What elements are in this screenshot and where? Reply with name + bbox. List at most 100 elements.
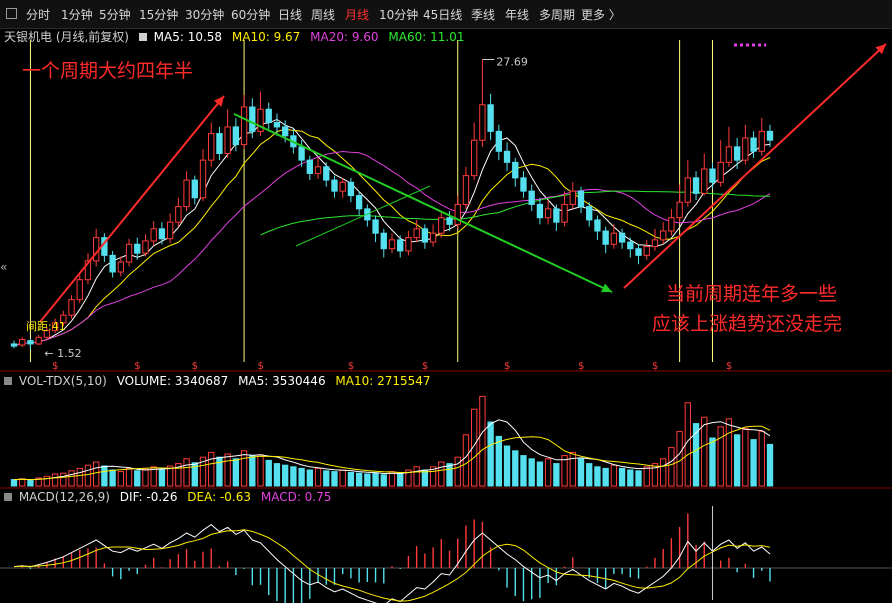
candle-25 — [216, 133, 223, 154]
toolbar-item-9[interactable]: 10分钟 — [379, 6, 418, 23]
candle-51 — [429, 232, 437, 243]
volume-bar-49 — [413, 466, 420, 487]
candle-19 — [166, 221, 174, 240]
volume-bar-34 — [290, 466, 297, 487]
volume-bar-72 — [602, 467, 609, 487]
volume-bar-26 — [224, 453, 231, 487]
candle-32 — [273, 122, 281, 128]
dividend-marker-6: $ — [504, 361, 510, 372]
macd-name: MACD(12,26,9) — [18, 490, 110, 504]
volume-bar-66 — [553, 463, 560, 487]
volume-bar-4 — [43, 475, 51, 487]
macd-dif-line — [13, 523, 771, 603]
toolbar-item-3[interactable]: 15分钟 — [139, 6, 178, 23]
toolbar-item-10[interactable]: 45日线 — [423, 6, 462, 23]
toolbar-item-12[interactable]: 年线 — [505, 6, 529, 23]
candle-33 — [282, 126, 289, 137]
volume-bar-41 — [347, 471, 355, 487]
volume-bar-29 — [249, 455, 256, 487]
volume-bar-15 — [134, 470, 141, 487]
toolbar-item-14[interactable]: 更多 〉 — [581, 6, 621, 23]
candle-24 — [208, 133, 215, 161]
candle-37 — [314, 166, 322, 174]
candle-55 — [462, 175, 470, 205]
candle-75 — [627, 241, 634, 250]
volume-bar-58 — [487, 421, 494, 487]
candle-27 — [232, 126, 240, 146]
volume-bar-78 — [651, 463, 659, 487]
candle-70 — [586, 206, 593, 221]
volume-bar-18 — [158, 469, 166, 487]
candle-48 — [405, 237, 412, 252]
interval-label: 间距:41 — [26, 320, 66, 333]
toolbar-item-8[interactable]: 月线 — [345, 6, 369, 23]
volume-bar-92 — [766, 443, 774, 487]
candle-49 — [413, 228, 420, 239]
volume-bar-86 — [717, 426, 724, 487]
macd-square-icon[interactable] — [4, 493, 12, 501]
toolbar-item-4[interactable]: 30分钟 — [185, 6, 224, 23]
candle-36 — [306, 159, 313, 174]
candle-57 — [479, 104, 486, 141]
volume-bar-37 — [314, 467, 322, 487]
candle-80 — [668, 217, 675, 232]
settings-square-icon[interactable] — [138, 33, 147, 41]
candle-92 — [766, 130, 774, 141]
volume-bar-31 — [265, 459, 272, 487]
candle-0 — [10, 343, 18, 347]
ma60-line — [260, 190, 771, 236]
volume-bar-88 — [733, 434, 741, 487]
volume-bar-73 — [610, 464, 618, 487]
price-legend: 天银机电 (月线,前复权) MA5: 10.58 MA10: 9.67 MA20… — [4, 28, 470, 45]
volume-bar-74 — [618, 467, 626, 487]
toolbar-item-1[interactable]: 1分钟 — [61, 6, 93, 23]
candle-67 — [561, 203, 568, 223]
candle-42 — [355, 195, 363, 210]
volume-square-icon[interactable] — [4, 377, 12, 385]
volume-bar-63 — [528, 458, 535, 487]
ma20-legend: MA20: 9.60 — [310, 30, 379, 44]
candle-74 — [618, 232, 626, 243]
volume-bar-75 — [627, 469, 634, 487]
scroll-left-icon[interactable]: « — [0, 260, 7, 274]
volume-bar-32 — [273, 463, 281, 487]
toolbar-item-11[interactable]: 季线 — [471, 6, 495, 23]
candle-66 — [553, 208, 560, 223]
volume-bar-59 — [495, 435, 502, 487]
toolbar-item-7[interactable]: 周线 — [311, 6, 335, 23]
candle-60 — [503, 150, 511, 163]
volume-bar-89 — [742, 427, 749, 487]
toolbar-item-13[interactable]: 多周期 — [539, 6, 575, 23]
menu-square-icon[interactable] — [6, 8, 17, 19]
volume-bar-40 — [339, 469, 346, 487]
volume-bar-33 — [282, 464, 289, 487]
candle-14 — [125, 243, 133, 263]
candle-58 — [487, 104, 494, 132]
volume-bar-57 — [479, 395, 486, 487]
toolbar-item-0[interactable]: 分时 — [26, 6, 50, 23]
volume-bar-5 — [51, 473, 59, 487]
dividend-marker-3: $ — [258, 361, 264, 372]
dividend-marker-4: $ — [348, 361, 354, 372]
toolbar-item-2[interactable]: 5分钟 — [99, 6, 131, 23]
candle-63 — [528, 190, 535, 205]
candle-78 — [651, 239, 659, 248]
toolbar-item-6[interactable]: 日线 — [278, 6, 302, 23]
volume-legend: VOL-TDX(5,10) VOLUME: 3340687 MA5: 35304… — [4, 374, 437, 388]
candle-79 — [660, 230, 667, 241]
candle-54 — [454, 203, 461, 225]
candle-41 — [347, 181, 355, 197]
volume-bar-69 — [577, 458, 585, 487]
volume-bar-2 — [27, 479, 34, 487]
toolbar-item-5[interactable]: 60分钟 — [231, 6, 270, 23]
volume-bar-65 — [544, 458, 552, 487]
dividend-marker-7: $ — [578, 361, 584, 372]
ma60-legend: MA60: 11.01 — [388, 30, 465, 44]
candle-12 — [109, 254, 116, 273]
dividend-marker-2: $ — [192, 361, 198, 372]
dividend-marker-8: $ — [652, 361, 658, 372]
cycle-annotation: 一个周期大约四年半 — [22, 60, 194, 82]
candle-50 — [421, 228, 429, 243]
volume-bar-0 — [10, 479, 18, 487]
candle-91 — [758, 130, 765, 152]
